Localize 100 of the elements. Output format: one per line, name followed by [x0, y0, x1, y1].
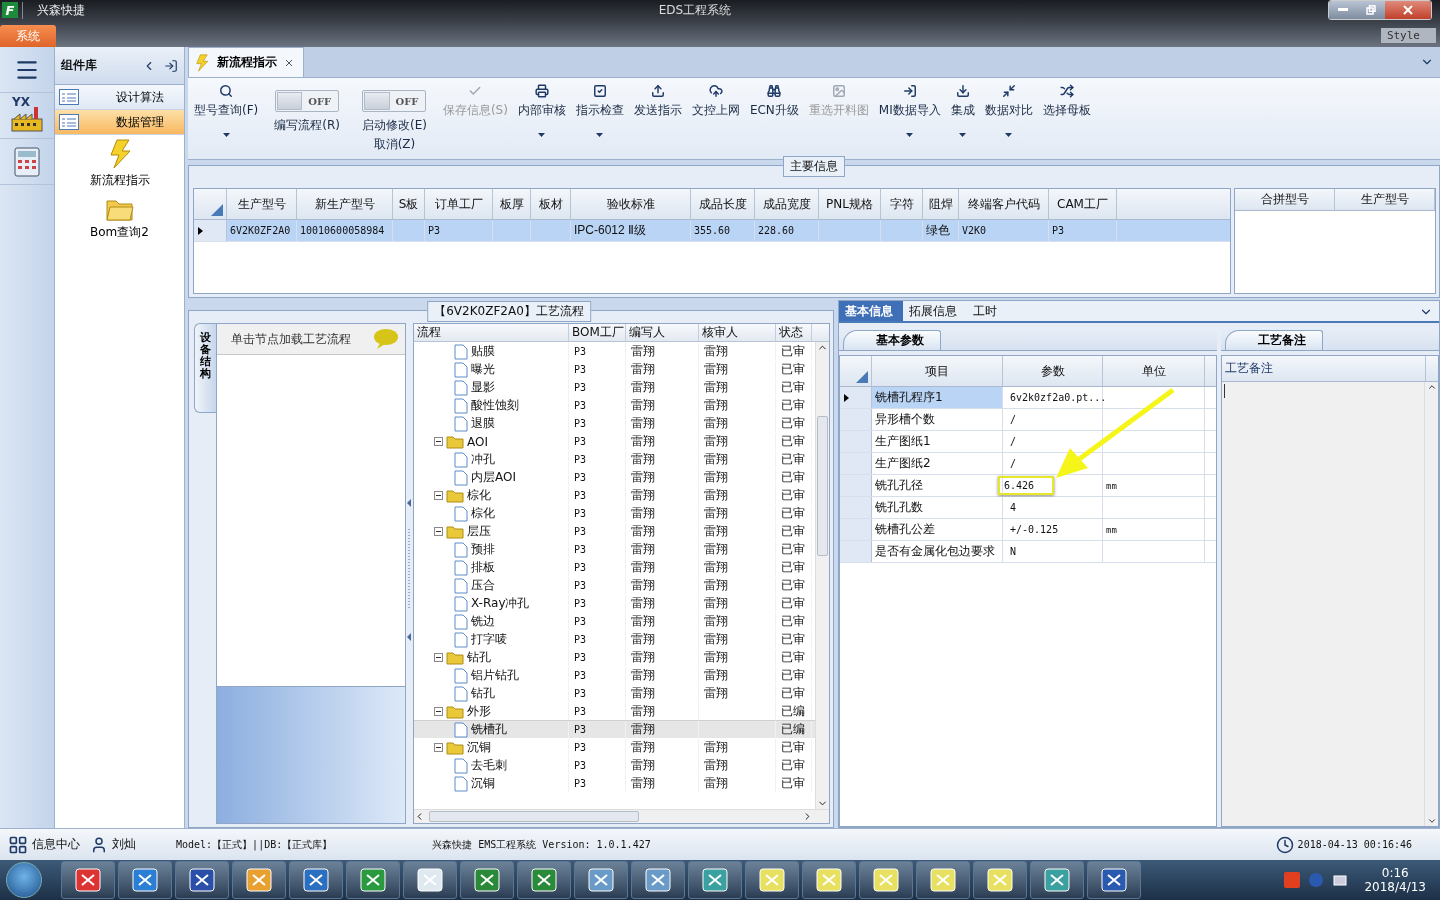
taskbar-button[interactable] [1087, 861, 1141, 899]
column-header[interactable]: 板材 [531, 189, 571, 219]
taskbar-button[interactable] [61, 861, 115, 899]
column-header[interactable]: 成品长度 [691, 189, 755, 219]
collapse-icon[interactable] [434, 491, 443, 500]
toolbar-button[interactable]: 选择母板 [1038, 82, 1095, 121]
toolbar-button[interactable]: 型号查询(F) [190, 82, 263, 139]
grid-icon[interactable] [8, 834, 28, 855]
scroll-up-icon[interactable] [1426, 382, 1437, 392]
toolbar-button[interactable]: 集成 [946, 82, 979, 139]
toggle-switch[interactable]: OFF [362, 90, 427, 112]
column-header[interactable]: S板 [393, 189, 425, 219]
toolbar-button[interactable]: 指示检查 [571, 82, 628, 139]
column-header[interactable]: 成品宽度 [755, 189, 819, 219]
taskbar-button[interactable] [631, 861, 685, 899]
row-header[interactable] [194, 220, 227, 241]
tool-item[interactable]: Bom查询2 [55, 193, 184, 245]
tab[interactable]: 基本参数 [843, 330, 941, 350]
collapse-icon[interactable] [434, 437, 443, 446]
table-row[interactable]: 是否有金属化包边要求 N [840, 541, 1216, 563]
tab[interactable]: 工时 [967, 301, 1007, 321]
taskbar-button[interactable] [745, 861, 799, 899]
vertical-scrollbar[interactable] [815, 342, 829, 809]
table-row[interactable]: 6V2K0ZF2A0 10010600058984 P3 IPC-6012 Ⅱ级 355.60 228.60 绿色 V2K0 P3 [194, 220, 1230, 242]
toggle-button[interactable]: OFF 启动修改(E) 取消(Z) [351, 82, 437, 153]
tab[interactable]: 工艺备注 [1225, 330, 1323, 350]
toggle-switch[interactable]: OFF [275, 90, 340, 112]
table-row[interactable]: 异形槽个数 / [840, 409, 1216, 431]
close-icon[interactable] [285, 58, 293, 67]
taskbar-button[interactable] [802, 861, 856, 899]
toolbar-button[interactable]: 数据对比 [980, 82, 1037, 139]
column-header[interactable]: 编写人 [626, 324, 699, 341]
restore-button[interactable] [1357, 1, 1385, 19]
column-header[interactable]: 生产型号 [227, 189, 297, 219]
column-header[interactable]: 新生产型号 [297, 189, 393, 219]
taskbar-button[interactable] [688, 861, 742, 899]
column-header[interactable]: 板厚 [493, 189, 531, 219]
column-header[interactable]: CAM工厂 [1049, 189, 1117, 219]
minimize-button[interactable] [1329, 1, 1357, 19]
taskbar-button[interactable] [1030, 861, 1084, 899]
style-menu[interactable]: Style [1380, 28, 1436, 43]
column-header[interactable]: 工艺备注 [1225, 360, 1273, 377]
toggle-button[interactable]: OFF 编写流程(R) [264, 82, 350, 134]
column-header[interactable]: 核审人 [699, 324, 776, 341]
table-row[interactable]: 铣槽孔程序1 6v2k0zf2a0.pt... [840, 387, 1216, 409]
table-row[interactable]: 生产图纸2 / [840, 453, 1216, 475]
table-row[interactable]: 铣孔孔径 6.426 mm [840, 475, 1216, 497]
taskbar-button[interactable] [118, 861, 172, 899]
column-header[interactable]: 生产型号 [1335, 189, 1435, 210]
table-row[interactable]: 铣孔孔数 4 [840, 497, 1216, 519]
column-header[interactable]: 阻焊 [923, 189, 959, 219]
scroll-thumb[interactable] [817, 415, 828, 556]
column-header[interactable]: 单位 [1103, 356, 1205, 386]
column-header[interactable]: PNL规格 [819, 189, 881, 219]
table-row[interactable]: 铣槽孔公差 +/-0.125 mm [840, 519, 1216, 541]
library-item[interactable]: 数据管理 [55, 110, 184, 135]
column-header[interactable]: 验收标准 [571, 189, 691, 219]
column-header[interactable]: 流程 [414, 324, 569, 341]
column-header[interactable]: 字符 [881, 189, 923, 219]
taskbar-button[interactable] [175, 861, 229, 899]
pin-icon[interactable] [164, 58, 178, 73]
info-center-link[interactable]: 信息中心 [32, 836, 80, 853]
column-header[interactable]: 合拼型号 [1235, 189, 1335, 210]
taskbar-button[interactable] [460, 861, 514, 899]
horizontal-scrollbar[interactable] [414, 809, 829, 823]
tree-row[interactable]: 铣槽孔 P3 雷翔 已编 [414, 720, 815, 738]
vertical-scrollbar[interactable] [1424, 382, 1438, 826]
taskbar-button[interactable] [403, 861, 457, 899]
node-list[interactable] [217, 355, 405, 687]
scroll-down-icon[interactable] [1426, 816, 1437, 826]
column-header[interactable]: BOM工厂 [569, 324, 626, 341]
row-header[interactable] [840, 387, 872, 408]
tool-item[interactable]: 新流程指示 [55, 135, 184, 193]
taskbar-button[interactable] [289, 861, 343, 899]
collapse-icon[interactable] [434, 653, 443, 662]
taskbar-button[interactable] [346, 861, 400, 899]
toolbar-button[interactable]: 内部审核 [513, 82, 570, 139]
taskbar-button[interactable] [973, 861, 1027, 899]
side-tab[interactable]: 设备结构 [194, 323, 216, 413]
taskbar-button[interactable] [916, 861, 970, 899]
toolbar-button[interactable]: 发送指示 [629, 82, 686, 121]
taskbar-button[interactable] [574, 861, 628, 899]
collapse-icon[interactable] [434, 743, 443, 752]
taskbar-button[interactable] [232, 861, 286, 899]
column-header[interactable]: 项目 [872, 356, 1003, 386]
column-header[interactable]: 终端客户代码 [959, 189, 1049, 219]
column-header[interactable]: 订单工厂 [425, 189, 493, 219]
library-item[interactable]: 设计算法 [55, 85, 184, 110]
taskbar-button[interactable] [859, 861, 913, 899]
collapse-icon[interactable] [434, 707, 443, 716]
start-button[interactable] [6, 862, 42, 898]
tab[interactable]: 拓展信息 [903, 301, 967, 321]
collapse-icon[interactable] [434, 527, 443, 536]
close-button[interactable] [1385, 1, 1431, 19]
taskbar-button[interactable] [517, 861, 571, 899]
column-header[interactable]: 状态 [776, 324, 812, 341]
toolbar-button[interactable]: MI数据导入 [874, 82, 945, 139]
tab[interactable]: 基本信息 [839, 301, 903, 321]
toolbar-button[interactable]: ECN升级 [745, 82, 803, 121]
document-tab[interactable]: 新流程指示 [188, 47, 304, 77]
